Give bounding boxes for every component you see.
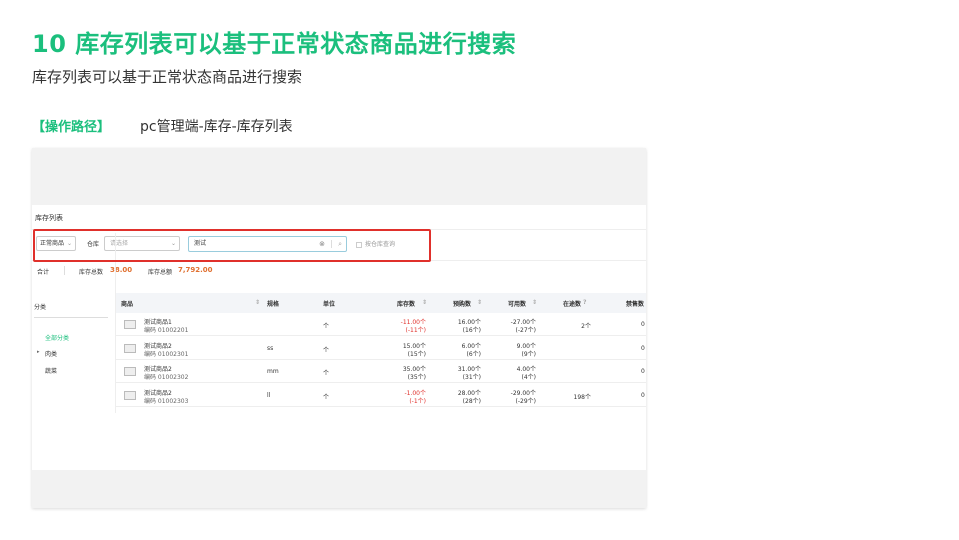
category-item-meat[interactable]: 肉类 — [45, 349, 57, 358]
category-title: 分类 — [34, 304, 47, 311]
highlight-box — [33, 229, 431, 262]
col-unit: 单位 — [323, 301, 336, 308]
col-available[interactable]: 可用数 — [508, 299, 526, 308]
available-sub-cell: (-29个) — [515, 397, 536, 405]
banned-cell: 0 — [641, 344, 645, 352]
table-header: 商品 ⇕ 规格 单位 库存数 ⇕ 预购数 ⇕ 可用数 ⇕ 在途数 ? 禁售数 — [116, 293, 646, 313]
spec-cell: ss — [267, 344, 274, 352]
footer-band — [32, 470, 646, 508]
available-sub-cell: (9个) — [521, 350, 537, 358]
preorder-sub-cell: (31个) — [462, 374, 481, 381]
summary-bar: 合计 库存总数 38.00 库存总额 7,792.00 — [32, 262, 646, 280]
preorder-sub-cell: (28个) — [462, 397, 481, 405]
preorder-sub-cell: (16个) — [462, 327, 481, 334]
unit-cell: 个 — [323, 346, 330, 354]
available-sub-cell: (-27个) — [515, 327, 536, 334]
amount-label: 库存总额 — [148, 269, 173, 276]
product-image-icon — [124, 320, 136, 329]
slide-subtitle: 库存列表可以基于正常状态商品进行搜索 — [32, 68, 303, 86]
spec-cell: ll — [267, 391, 271, 399]
table-row[interactable]: 测试商品2 编码 01002302 mm 个 35.00个 (35个) 31.00个 (31个… — [116, 360, 646, 383]
caret-right-icon[interactable]: ▸ — [37, 349, 40, 355]
slide-title: 10 库存列表可以基于正常状态商品进行搜索 — [32, 30, 517, 58]
transit-cell: 198个 — [573, 393, 591, 401]
spec-cell: mm — [267, 368, 279, 375]
unit-cell: 个 — [323, 370, 330, 377]
product-code: 编码 01002303 — [144, 397, 189, 405]
product-code: 编码 01002301 — [144, 350, 189, 358]
banned-cell: 0 — [641, 321, 645, 328]
product-image-icon — [124, 367, 136, 376]
category-divider — [34, 317, 108, 318]
col-spec: 规格 — [267, 301, 280, 308]
sort-icon[interactable]: ⇕ — [532, 299, 537, 306]
transit-cell: 2个 — [581, 323, 591, 330]
amount-value: 7,792.00 — [178, 266, 213, 274]
col-stock[interactable]: 库存数 — [397, 299, 415, 308]
table-row[interactable]: 测试商品2 编码 01002303 ll 个 -1.00个 (-1个) 28.00个 (28个… — [116, 384, 646, 407]
col-transit: 在途数 — [563, 301, 582, 308]
sort-icon[interactable]: ⇕ — [477, 299, 482, 306]
preorder-sub-cell: (6个) — [466, 350, 482, 358]
unit-cell: 个 — [323, 393, 330, 401]
product-code: 编码 01002302 — [144, 374, 189, 381]
product-image-icon — [124, 390, 136, 400]
path-label: 【操作路径】 — [32, 120, 111, 135]
col-product[interactable]: 商品 — [121, 299, 133, 308]
col-banned: 禁售数 — [626, 301, 645, 308]
table-row[interactable]: 测试商品2 编码 01002301 ss 个 15.00个 (15个) 6.00个 (6个) 9… — [116, 337, 646, 360]
table-row[interactable]: 测试商品1 编码 01002201 个 -11.00个 (-11个) 16.00个 (16个… — [116, 313, 646, 336]
stock-sub-cell: (35个) — [407, 374, 426, 381]
banned-cell: 0 — [641, 368, 645, 375]
product-code: 编码 01002201 — [144, 327, 189, 334]
category-item-all[interactable]: 全部分类 — [45, 333, 69, 342]
col-preorder[interactable]: 预购数 — [453, 299, 471, 308]
unit-cell: 个 — [323, 323, 330, 330]
product-image-icon — [124, 343, 136, 353]
sort-icon[interactable]: ⇕ — [255, 299, 260, 306]
banned-cell: 0 — [641, 391, 645, 399]
category-item-veg[interactable]: 蔬菜 — [45, 366, 57, 375]
stock-sub-cell: (-11个) — [405, 327, 426, 334]
help-icon[interactable]: ? — [583, 299, 586, 306]
stock-sub-cell: (-1个) — [409, 397, 426, 405]
path-value: pc管理端-库存-库存列表 — [140, 119, 293, 135]
available-sub-cell: (4个) — [521, 374, 537, 381]
page-title: 库存列表 — [35, 214, 63, 222]
screenshot-frame: 库存列表 正常商品 ⌄ 仓库 请选择 ⌄ 测试 ⊗ ⌕ 按仓库查询 合计 库存总… — [32, 148, 646, 508]
stock-sub-cell: (15个) — [407, 350, 426, 358]
sort-icon[interactable]: ⇕ — [422, 299, 427, 306]
